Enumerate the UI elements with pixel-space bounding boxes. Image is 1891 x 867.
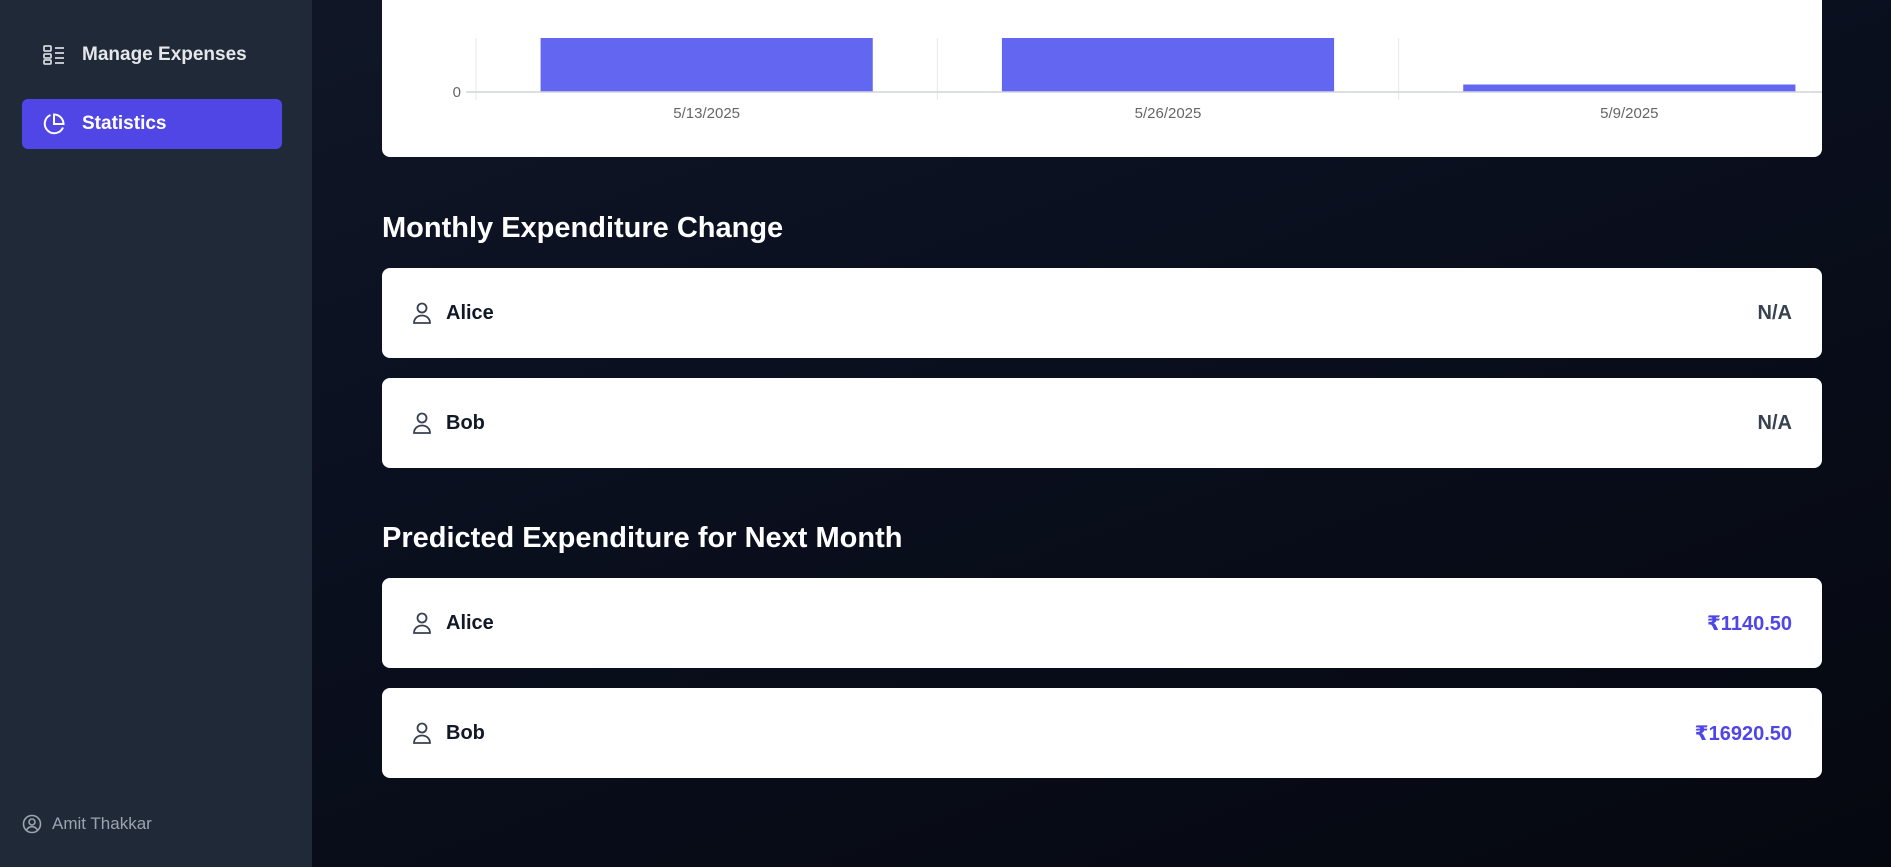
prediction-row: Alice ₹1140.50 [382,578,1822,668]
user-profile[interactable]: Amit Thakkar [22,814,152,834]
monthly-change-row: Bob N/A [382,378,1822,468]
sidebar-item-statistics[interactable]: Statistics [22,99,282,149]
x-tick-label: 5/26/2025 [1135,105,1202,122]
monthly-change-title: Monthly Expenditure Change [382,212,784,244]
user-circle-icon [22,814,42,834]
sidebar-item-label: Manage Expenses [82,44,247,65]
chart-bar [1001,38,1335,92]
user-name: Bob [446,411,485,434]
user-name: Alice [446,611,494,634]
sidebar: Manage Expenses Statistics Amit Thakkar [0,0,312,867]
list-icon [42,43,66,67]
y-tick-label: 0 [453,84,461,101]
change-value: N/A [1757,301,1792,324]
user-name: Alice [446,301,494,324]
user-name: Amit Thakkar [52,814,152,833]
prediction-value: ₹16920.50 [1694,722,1792,745]
bar-chart: 5/13/2025 5/26/2025 5/9/2025 0 [453,38,1822,122]
user-icon [412,411,434,435]
user-icon [412,611,434,635]
user-name: Bob [446,721,485,744]
x-tick-label: 5/9/2025 [1600,105,1658,122]
x-tick-label: 5/13/2025 [673,105,740,122]
sidebar-item-manage-expenses[interactable]: Manage Expenses [22,30,282,80]
main-content: 5/13/2025 5/26/2025 5/9/2025 0 Monthly Expe… [312,0,1891,867]
user-icon [412,301,434,325]
chart-bar [540,38,873,92]
sidebar-item-label: Statistics [82,113,167,134]
user-icon [412,721,434,745]
monthly-change-row: Alice N/A [382,268,1822,358]
prediction-title: Predicted Expenditure for Next Month [382,522,903,554]
prediction-row: Bob ₹16920.50 [382,688,1822,778]
change-value: N/A [1757,411,1792,434]
chart-card: 5/13/2025 5/26/2025 5/9/2025 0 [382,0,1822,157]
chart-bar [1463,84,1796,92]
pie-chart-icon [42,112,66,136]
prediction-value: ₹1140.50 [1706,612,1792,635]
